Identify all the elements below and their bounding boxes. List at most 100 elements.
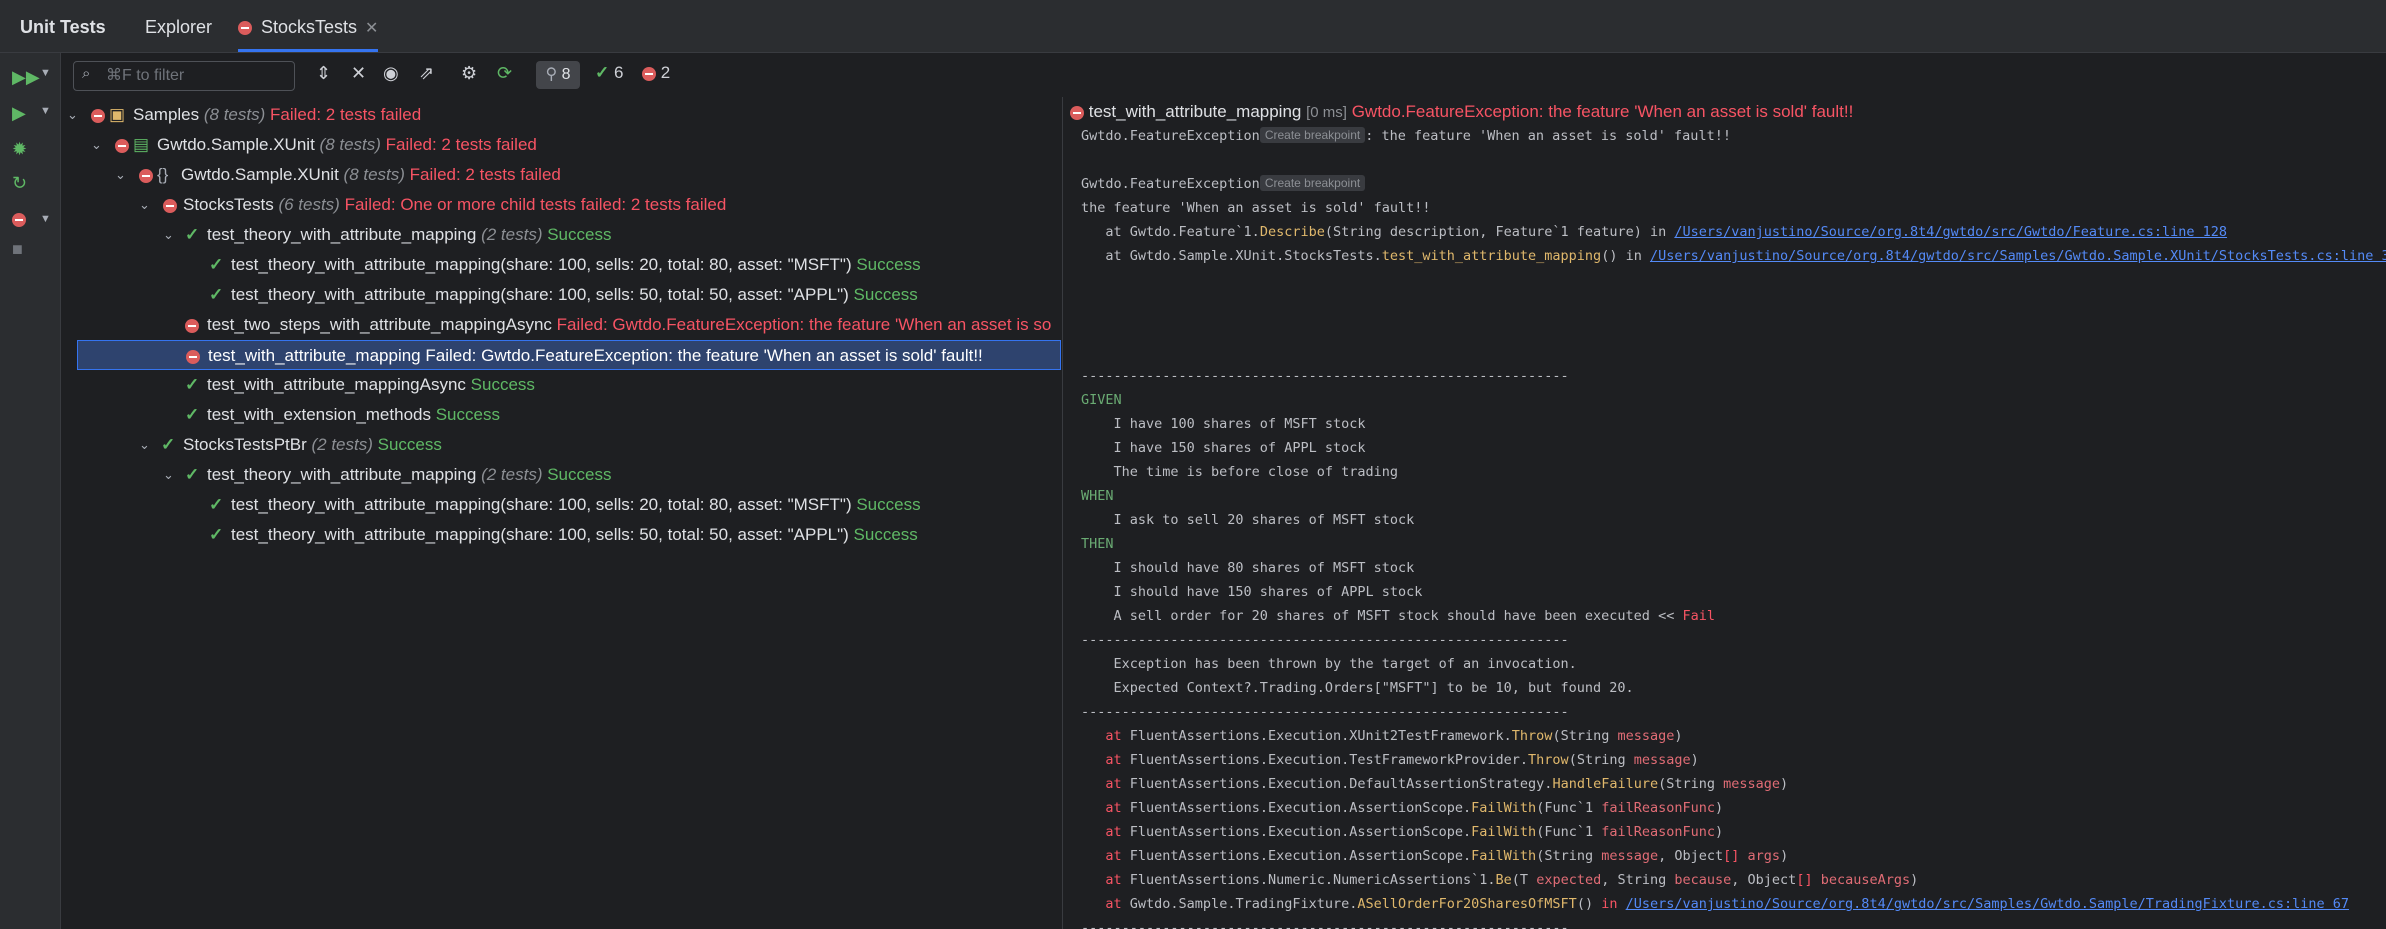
frame-args: ) [1780, 848, 1789, 864]
test-count: (8 tests) [319, 135, 381, 154]
failed-icon [185, 310, 199, 340]
frame-prefix: at Gwtdo.Sample.XUnit.StocksTests. [1081, 248, 1382, 264]
stack-frame: at Gwtdo.Feature`1.Describe(String descr… [1081, 221, 2227, 243]
tree-node-test[interactable]: ✓ test_theory_with_attribute_mapping(sha… [61, 490, 1061, 520]
debug-icon[interactable]: ✹ [12, 139, 27, 160]
stack-frame: at FluentAssertions.Execution.XUnit2Test… [1081, 725, 1683, 747]
chevron-down-icon[interactable]: ⌄ [91, 130, 102, 160]
step-line: I have 150 shares of APPL stock [1081, 440, 1366, 456]
create-breakpoint-button[interactable]: Create breakpoint [1259, 127, 1366, 143]
frame-prefix: FluentAssertions.Execution.DefaultAssert… [1121, 776, 1553, 792]
then-label: THEN [1081, 536, 1114, 552]
tree-node-class[interactable]: ⌄ StocksTests (6 tests) Failed: One or m… [61, 190, 1061, 220]
collapse-all-icon[interactable]: ✕ [351, 63, 366, 84]
tree-node-test-selected[interactable]: test_with_attribute_mapping Failed: Gwtd… [77, 340, 1061, 370]
output-line: Gwtdo.FeatureException Create breakpoint:… [1081, 125, 1731, 147]
node-name: test_two_steps_with_attribute_mappingAsy… [207, 315, 552, 334]
eye-icon[interactable]: ◉ [383, 63, 399, 84]
output-line: the feature 'When an asset is sold' faul… [1081, 200, 1431, 216]
tab-explorer[interactable]: Explorer [145, 0, 212, 52]
chevron-down-icon[interactable]: ▼ [40, 213, 51, 225]
tree-node-class[interactable]: ⌄ ✓ StocksTestsPtBr (2 tests) Success [61, 430, 1061, 460]
close-icon[interactable]: ✕ [365, 20, 378, 37]
test-output-console[interactable]: test_with_attribute_mapping [0 ms] Gwtdo… [1063, 97, 2386, 929]
node-name: test_theory_with_attribute_mapping [207, 465, 477, 484]
chevron-down-icon[interactable]: ⌄ [139, 430, 150, 460]
stop-icon[interactable]: ■ [12, 239, 23, 260]
status-text: Success [856, 255, 921, 274]
status-text: Gwtdo.FeatureException: the feature 'Whe… [1351, 102, 1854, 121]
node-name: Gwtdo.Sample.XUnit [157, 135, 315, 154]
tree-node-project[interactable]: ⌄ ▤ Gwtdo.Sample.XUnit (8 tests) Failed:… [61, 130, 1061, 160]
check-icon: ✓ [185, 465, 200, 484]
namespace-icon: {} [157, 165, 169, 184]
chevron-down-icon[interactable]: ⌄ [67, 100, 78, 130]
gear-icon[interactable]: ⚙ [461, 63, 477, 84]
frame-args: , Object [1658, 848, 1724, 864]
chevron-down-icon[interactable]: ⌄ [115, 160, 126, 190]
node-name: StocksTestsPtBr [183, 435, 307, 454]
tree-node-test[interactable]: test_two_steps_with_attribute_mappingAsy… [61, 310, 1061, 340]
chevron-down-icon[interactable]: ⌄ [139, 190, 150, 220]
frame-method: Describe [1259, 224, 1325, 240]
search-input[interactable] [104, 65, 288, 87]
run-all-icon[interactable]: ▶▶ [12, 67, 40, 88]
frame-method: Throw [1528, 752, 1569, 768]
search-icon: ⌕ [82, 65, 91, 82]
status-text: Failed: Gwtdo.FeatureException: the feat… [556, 315, 1052, 334]
tree-node-test[interactable]: ✓ test_theory_with_attribute_mapping(sha… [61, 280, 1061, 310]
check-icon: ✓ [209, 495, 224, 514]
step-line: I have 100 shares of MSFT stock [1081, 416, 1366, 432]
stack-frame: at Gwtdo.Sample.XUnit.StocksTests.test_w… [1081, 245, 2386, 267]
frame-args: ) [1674, 728, 1683, 744]
source-link[interactable]: /Users/vanjustino/Source/org.8t4/gwtdo/s… [1674, 224, 2227, 240]
total-count: 8 [561, 66, 571, 83]
tree-node-test[interactable]: ✓ test_with_extension_methods Success [61, 400, 1061, 430]
export-icon[interactable]: ⇗ [419, 63, 434, 84]
node-name: test_theory_with_attribute_mapping(share… [231, 285, 849, 304]
failed-icon [139, 160, 153, 190]
tree-node-samples[interactable]: ⌄ ▣ Samples (8 tests) Failed: 2 tests fa… [61, 100, 1061, 130]
tree-node-theory[interactable]: ⌄ ✓ test_theory_with_attribute_mapping (… [61, 460, 1061, 490]
test-count: (2 tests) [311, 435, 373, 454]
chevron-down-icon[interactable]: ▼ [40, 105, 51, 117]
chevron-down-icon[interactable]: ⌄ [163, 460, 174, 490]
in-keyword: in [1601, 896, 1618, 912]
node-name: Gwtdo.Sample.XUnit [181, 165, 339, 184]
total-tests-filter[interactable]: ⚲ 8 [536, 61, 580, 89]
source-link[interactable]: /Users/vanjustino/Source/org.8t4/gwtdo/s… [1626, 896, 2349, 912]
chevron-down-icon[interactable]: ⌄ [163, 220, 174, 250]
exception-type: Gwtdo.FeatureException [1081, 128, 1260, 144]
expand-all-icon[interactable]: ⇕ [316, 63, 331, 84]
auto-test-icon[interactable]: ⟳ [497, 63, 512, 84]
create-breakpoint-button[interactable]: Create breakpoint [1259, 175, 1366, 191]
status-text: Success [377, 435, 442, 454]
failed-filter[interactable]: 2 [642, 63, 670, 83]
frame-method: FailWith [1471, 800, 1537, 816]
tree-node-test[interactable]: ✓ test_theory_with_attribute_mapping(sha… [61, 520, 1061, 550]
status-text: Success [853, 525, 918, 544]
step-line: I should have 150 shares of APPL stock [1081, 584, 1423, 600]
rerun-icon[interactable]: ↻ [12, 173, 27, 194]
output-line: Gwtdo.FeatureException Create breakpoint [1081, 173, 1366, 195]
run-icon[interactable]: ▶ [12, 103, 26, 124]
tree-node-test[interactable]: ✓ test_theory_with_attribute_mapping(sha… [61, 250, 1061, 280]
check-icon: ✓ [595, 63, 610, 82]
source-link[interactable]: /Users/vanjustino/Source/org.8t4/gwtdo/s… [1650, 248, 2386, 264]
tree-node-namespace[interactable]: ⌄ {} Gwtdo.Sample.XUnit (8 tests) Failed… [61, 160, 1061, 190]
chevron-down-icon[interactable]: ▼ [40, 67, 51, 79]
check-icon: ✓ [209, 285, 224, 304]
rerun-failed-icon[interactable] [12, 209, 26, 230]
frame-prefix: FluentAssertions.Execution.TestFramework… [1121, 752, 1529, 768]
node-name: test_theory_with_attribute_mapping(share… [231, 495, 852, 514]
check-icon: ✓ [209, 525, 224, 544]
frame-param: failReasonFunc [1601, 800, 1716, 816]
tree-node-test[interactable]: ✓ test_with_attribute_mappingAsync Succe… [61, 370, 1061, 400]
tree-node-theory[interactable]: ⌄ ✓ test_theory_with_attribute_mapping (… [61, 220, 1061, 250]
passed-filter[interactable]: ✓ 6 [595, 63, 623, 83]
frame-args: () [1576, 896, 1602, 912]
tab-stocks-tests[interactable]: StocksTests ✕ [238, 0, 379, 52]
filter-box[interactable]: ⌕ [73, 61, 295, 91]
tab-unit-tests[interactable]: Unit Tests [20, 0, 106, 52]
stack-frame: at FluentAssertions.Execution.AssertionS… [1081, 845, 1788, 867]
